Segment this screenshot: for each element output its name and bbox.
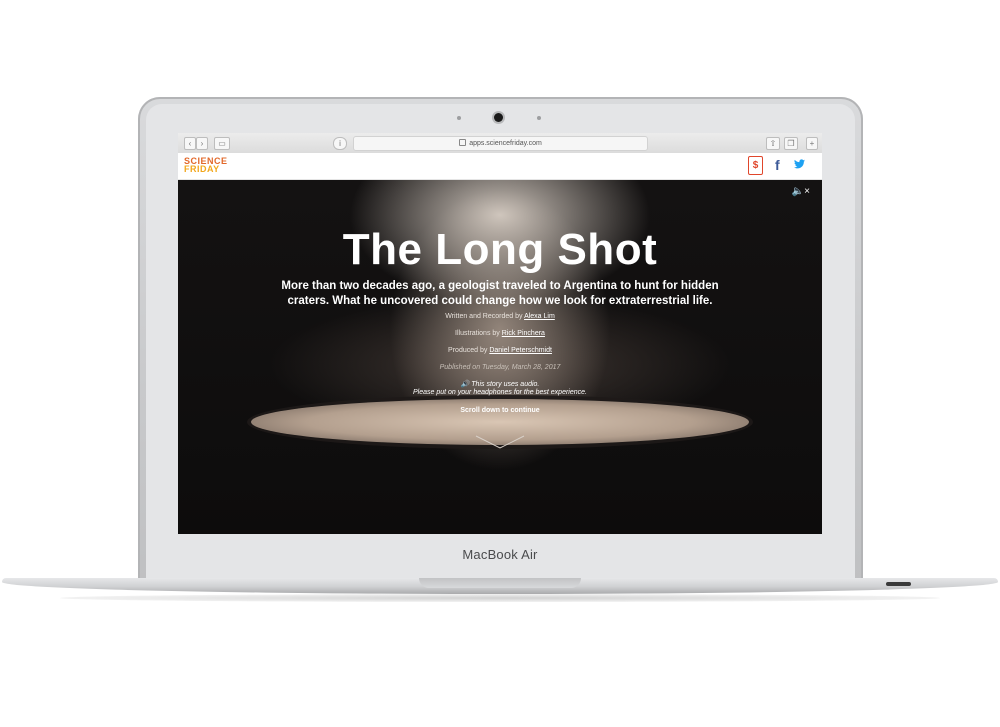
browser-toolbar: ‹ › ▭ i apps.sciencefriday.com ⇧ ❐ + [178,133,822,154]
produced-prefix: Produced by [448,347,488,354]
written-name-link[interactable]: Alexa Lim [524,313,555,320]
written-credit: Written and Recorded by Alexa Lim [178,313,822,320]
logo-line-2: FRIDAY [184,164,220,174]
audio-note: 🔊 This story uses audio. [178,380,822,388]
science-friday-logo[interactable]: SCIENCE FRIDAY [184,157,228,174]
sidebar-toggle-button[interactable]: ▭ [214,137,230,150]
lid-notch [419,578,581,588]
device-label: MacBook Air [462,547,538,562]
story-subtitle: More than two decades ago, a geologist t… [281,280,719,307]
written-prefix: Written and Recorded by [445,313,523,320]
info-icon[interactable]: i [333,137,347,150]
illustrations-prefix: Illustrations by [455,330,500,337]
speaker-icon: 🔊 [460,381,470,388]
illustrations-name-link[interactable]: Rick Pinchera [502,330,545,337]
sensor-dot-right [537,116,541,120]
usb-port [886,582,911,586]
audio-note-text: This story uses audio. [471,381,540,388]
mute-icon[interactable]: 🔈× [792,186,810,197]
new-tab-button[interactable]: + [806,137,818,150]
published-date: Published on Tuesday, March 28, 2017 [439,364,561,371]
story-title: The Long Shot [342,225,658,274]
camera-icon [494,113,503,122]
sensor-dot-left [457,116,461,120]
chevron-down-icon[interactable] [475,435,525,449]
site-header: SCIENCE FRIDAY $ f [178,153,822,180]
facebook-icon[interactable]: f [775,157,780,173]
back-button[interactable]: ‹ [184,137,196,150]
laptop-shadow [60,594,940,602]
share-button[interactable]: ⇧ [766,137,780,150]
address-bar[interactable]: apps.sciencefriday.com [353,136,648,151]
hero-section: 🔈× The Long Shot More than two decades a… [178,180,822,534]
screen: ‹ › ▭ i apps.sciencefriday.com ⇧ ❐ + SCI… [178,133,822,534]
twitter-icon[interactable] [794,158,805,172]
illustrations-credit: Illustrations by Rick Pinchera [178,330,822,337]
scroll-cta[interactable]: Scroll down to continue [178,407,822,414]
lock-icon [459,139,467,146]
url-text: apps.sciencefriday.com [469,140,542,147]
tabs-button[interactable]: ❐ [784,137,798,150]
forward-button[interactable]: › [196,137,208,150]
produced-credit: Produced by Daniel Peterschmidt [178,347,822,354]
address-bar-text: apps.sciencefriday.com [354,137,647,150]
donate-icon[interactable]: $ [748,156,763,175]
headphones-note: Please put on your headphones for the be… [413,389,587,396]
produced-name-link[interactable]: Daniel Peterschmidt [489,347,552,354]
